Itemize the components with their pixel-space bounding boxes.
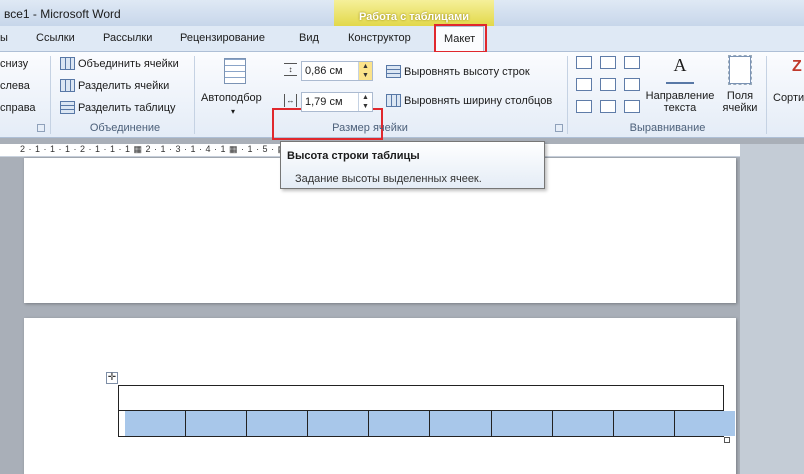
text-direction-icon: A xyxy=(666,54,694,84)
table-cell[interactable] xyxy=(674,411,735,436)
insert-left-label: слева xyxy=(0,80,30,92)
ribbon-tabs: ы Ссылки Рассылки Рецензирование Вид Кон… xyxy=(0,26,804,53)
tab-layout[interactable]: Макет xyxy=(435,26,485,53)
tab-review[interactable]: Рецензирование xyxy=(180,32,265,44)
cell-margins-button[interactable]: Поля ячейки xyxy=(718,54,762,120)
ribbon: снизу слева справа Объединить ячейки Раз… xyxy=(0,52,804,140)
align-top-right-button[interactable] xyxy=(624,56,640,69)
distribute-rows-button[interactable]: Выровнять высоту строк xyxy=(386,65,530,78)
rows-cols-launcher[interactable] xyxy=(37,124,45,132)
table-cell[interactable] xyxy=(613,411,675,436)
insert-right-label: справа xyxy=(0,102,36,114)
table-resize-handle[interactable] xyxy=(724,437,730,443)
tab-insert-partial[interactable]: ы xyxy=(0,32,8,44)
row-height-icon: ↕ xyxy=(284,63,297,76)
tooltip: Высота строки таблицы Задание высоты выд… xyxy=(280,141,545,189)
table-cell[interactable] xyxy=(491,411,553,436)
align-top-left-button[interactable] xyxy=(576,56,592,69)
table-cell[interactable] xyxy=(552,411,614,436)
distribute-cols-button[interactable]: Выровнять ширину столбцов xyxy=(386,94,552,107)
cell-margins-label-2: ячейки xyxy=(722,102,758,114)
autofit-button[interactable]: Автоподбор xyxy=(201,92,262,104)
insert-below-label: снизу xyxy=(0,58,29,70)
window-title: все1 - Microsoft Word xyxy=(4,7,121,21)
table-cell[interactable] xyxy=(186,411,248,436)
scroll-area xyxy=(740,144,804,474)
merge-cells-icon xyxy=(60,57,75,70)
title-bar: все1 - Microsoft Word Работа с таблицами xyxy=(0,0,804,26)
col-width-icon: ↔ xyxy=(284,94,297,107)
cell-margins-label-1: Поля xyxy=(726,90,754,102)
group-separator xyxy=(50,56,51,134)
align-center-right-button[interactable] xyxy=(624,78,640,91)
row-height-value: 0,86 см xyxy=(305,65,343,77)
distribute-cols-label: Выровнять ширину столбцов xyxy=(404,94,553,107)
merge-cells-label: Объединить ячейки xyxy=(78,57,179,70)
cell-size-group-label: Размер ячейки xyxy=(332,122,408,134)
merge-cells-button[interactable]: Объединить ячейки xyxy=(60,57,179,70)
split-table-icon xyxy=(60,101,75,114)
tab-design[interactable]: Конструктор xyxy=(348,32,411,44)
group-separator xyxy=(766,56,767,134)
text-direction-label-1: Направление xyxy=(645,90,715,102)
merge-group-label: Объединение xyxy=(89,122,161,134)
table-move-handle-icon[interactable]: ✛ xyxy=(106,372,118,384)
table-row[interactable] xyxy=(119,386,723,411)
sort-button[interactable]: Сорти xyxy=(773,92,804,104)
tooltip-description: Задание высоты выделенных ячеек. xyxy=(295,173,482,185)
col-width-spinner[interactable]: ▲ ▼ xyxy=(358,93,372,111)
sort-label: Сорти xyxy=(773,92,804,104)
autofit-dropdown-icon: ▾ xyxy=(231,107,236,116)
table-cell[interactable] xyxy=(308,411,370,436)
table[interactable] xyxy=(118,385,735,437)
insert-below-button[interactable]: снизу xyxy=(0,58,28,70)
text-direction-label-2: текста xyxy=(663,102,697,114)
sort-icon: Z xyxy=(792,58,802,75)
insert-right-button[interactable]: справа xyxy=(0,102,36,114)
row-height-spinner[interactable]: ▲ ▼ xyxy=(358,62,372,80)
align-bottom-center-button[interactable] xyxy=(600,100,616,113)
table-row-selected[interactable] xyxy=(119,411,735,436)
context-tab-header: Работа с таблицами xyxy=(334,0,494,26)
split-table-button[interactable]: Разделить таблицу xyxy=(60,101,176,114)
insert-left-button[interactable]: слева xyxy=(0,80,30,92)
group-separator xyxy=(567,56,568,134)
table-cell[interactable] xyxy=(369,411,431,436)
tooltip-title: Высота строки таблицы xyxy=(287,150,420,162)
cell-margins-icon xyxy=(728,55,752,85)
alignment-grid xyxy=(576,56,640,113)
table-cell[interactable] xyxy=(430,411,492,436)
align-top-center-button[interactable] xyxy=(600,56,616,69)
table-cell[interactable] xyxy=(119,411,187,436)
split-cells-button[interactable]: Разделить ячейки xyxy=(60,79,169,92)
col-width-input[interactable]: 1,79 см ▲ ▼ xyxy=(301,92,373,112)
align-center-button[interactable] xyxy=(600,78,616,91)
group-separator xyxy=(194,56,195,134)
cell-size-launcher[interactable] xyxy=(555,124,563,132)
tab-mailings[interactable]: Рассылки xyxy=(103,32,152,44)
align-center-left-button[interactable] xyxy=(576,78,592,91)
align-bottom-right-button[interactable] xyxy=(624,100,640,113)
split-cells-icon xyxy=(60,79,75,92)
distribute-rows-label: Выровнять высоту строк xyxy=(404,65,530,78)
autofit-icon xyxy=(224,58,246,84)
text-direction-button[interactable]: A Направление текста xyxy=(642,54,718,120)
tab-view[interactable]: Вид xyxy=(299,32,319,44)
split-table-label: Разделить таблицу xyxy=(78,101,176,114)
autofit-label: Автоподбор xyxy=(201,92,262,104)
table-cell[interactable] xyxy=(247,411,309,436)
alignment-group-label: Выравнивание xyxy=(629,122,706,134)
distribute-cols-icon xyxy=(386,94,401,107)
align-bottom-left-button[interactable] xyxy=(576,100,592,113)
tab-references[interactable]: Ссылки xyxy=(36,32,75,44)
context-tab-header-label: Работа с таблицами xyxy=(359,11,469,23)
distribute-rows-icon xyxy=(386,65,401,78)
col-width-value: 1,79 см xyxy=(305,96,343,108)
row-height-input[interactable]: 0,86 см ▲ ▼ xyxy=(301,61,373,81)
split-cells-label: Разделить ячейки xyxy=(78,79,170,92)
